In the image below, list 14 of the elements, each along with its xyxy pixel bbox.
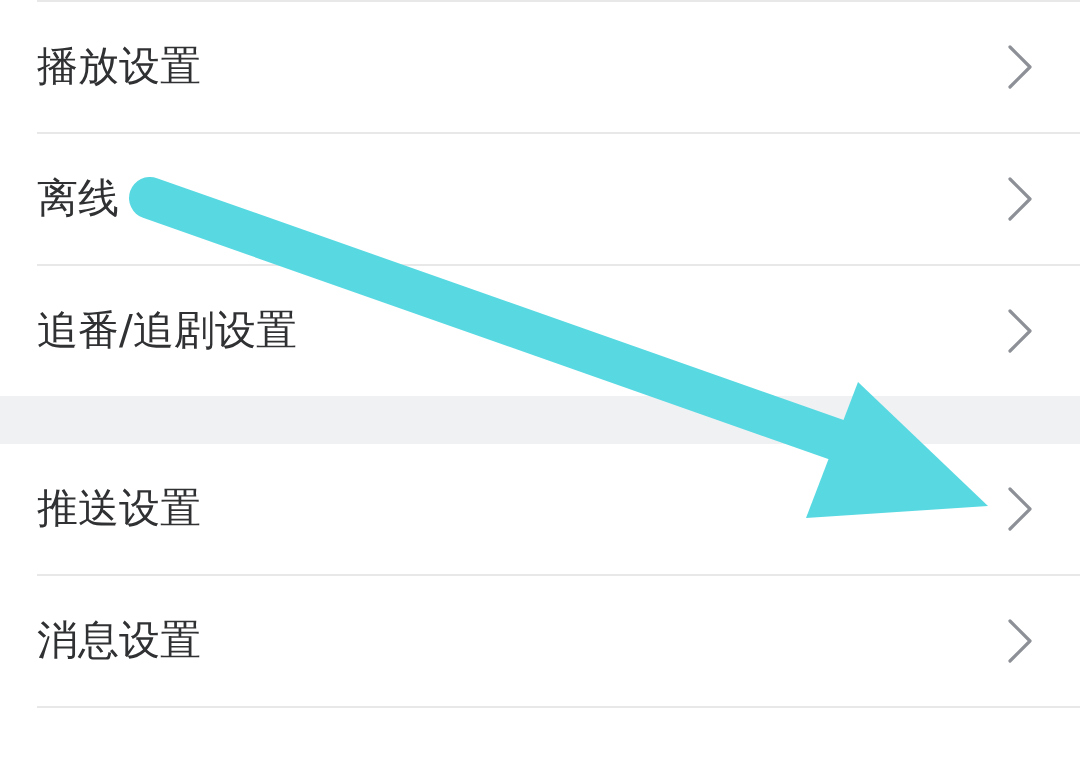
settings-row[interactable]: 追番/追剧设置 [37, 266, 1080, 396]
row-label: 追番/追剧设置 [37, 306, 297, 356]
row-label: 消息设置 [37, 616, 201, 666]
chevron-right-icon [1008, 177, 1032, 221]
chevron-right-icon [1008, 45, 1032, 89]
settings-row[interactable]: 播放设置 [37, 2, 1080, 134]
chevron-right-icon [1008, 619, 1032, 663]
settings-row[interactable]: 消息设置 [37, 576, 1080, 708]
chevron-right-icon [1008, 309, 1032, 353]
row-label: 播放设置 [37, 42, 201, 92]
settings-row[interactable]: 离线 [37, 134, 1080, 266]
row-label: 离线 [37, 174, 119, 224]
chevron-right-icon [1008, 487, 1032, 531]
row-label: 推送设置 [37, 484, 201, 534]
